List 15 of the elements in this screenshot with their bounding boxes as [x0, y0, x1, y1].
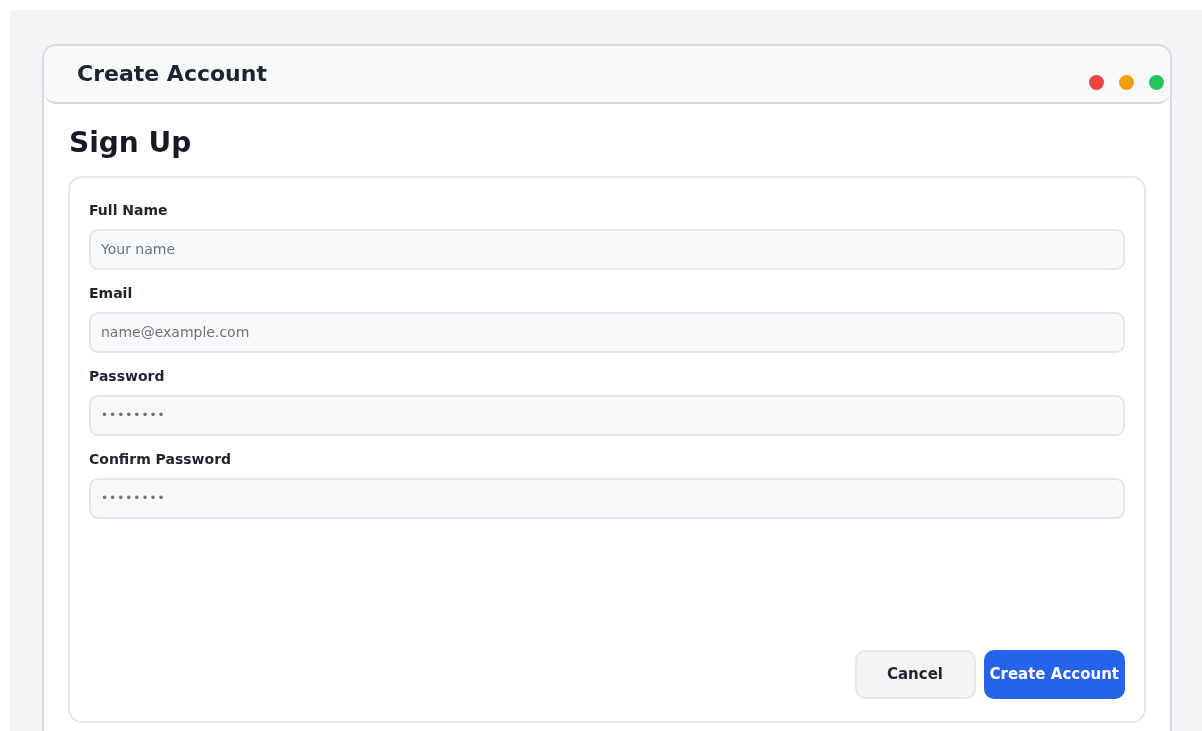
input-field[interactable]: name@example.com — [89, 311, 1125, 353]
window-control-dot[interactable] — [1119, 75, 1134, 90]
field-label: Confirm Password — [89, 449, 233, 469]
window-control-dot[interactable] — [1149, 75, 1164, 90]
field-label: Full Name — [89, 200, 169, 220]
field-label: Password — [89, 366, 166, 386]
input-field[interactable]: •••••••• — [89, 477, 1125, 519]
window-title: Create Account — [77, 60, 267, 88]
input-field[interactable]: Your name — [89, 228, 1125, 270]
field-label: Email — [89, 283, 134, 303]
form-heading: Sign Up — [69, 126, 193, 160]
cancel-button[interactable]: Cancel — [854, 650, 976, 699]
window-control-dot[interactable] — [1089, 75, 1104, 90]
create-account-button[interactable]: Create Account — [983, 650, 1125, 699]
input-field[interactable]: •••••••• — [89, 394, 1125, 436]
